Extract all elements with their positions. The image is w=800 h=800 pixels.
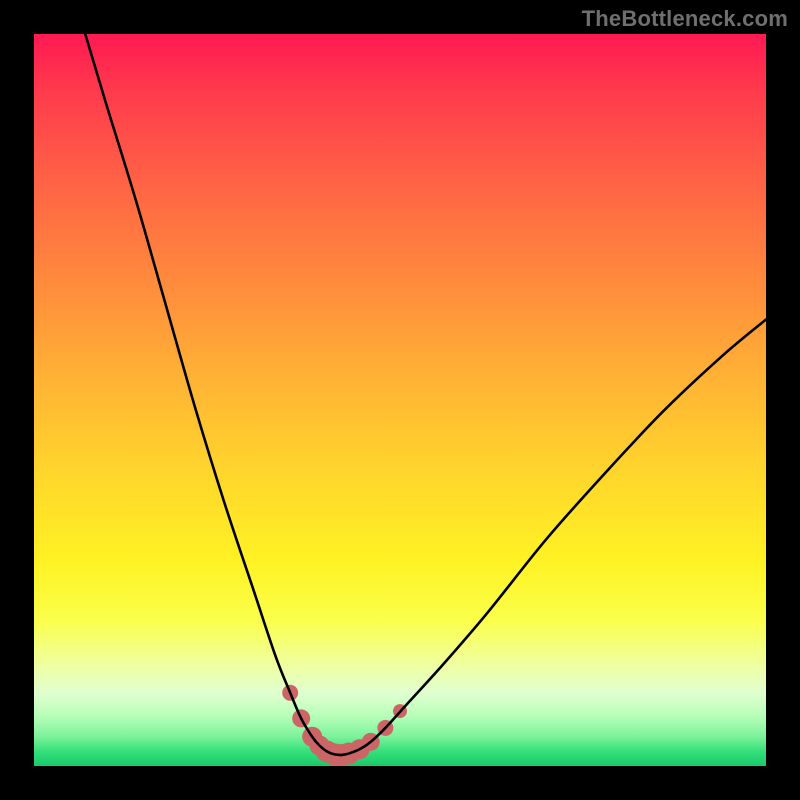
watermark-text: TheBottleneck.com <box>582 6 788 32</box>
plot-area <box>34 34 766 766</box>
chart-frame: TheBottleneck.com <box>0 0 800 800</box>
left-curve <box>85 34 341 755</box>
curves-svg <box>34 34 766 766</box>
right-curve <box>341 319 766 755</box>
